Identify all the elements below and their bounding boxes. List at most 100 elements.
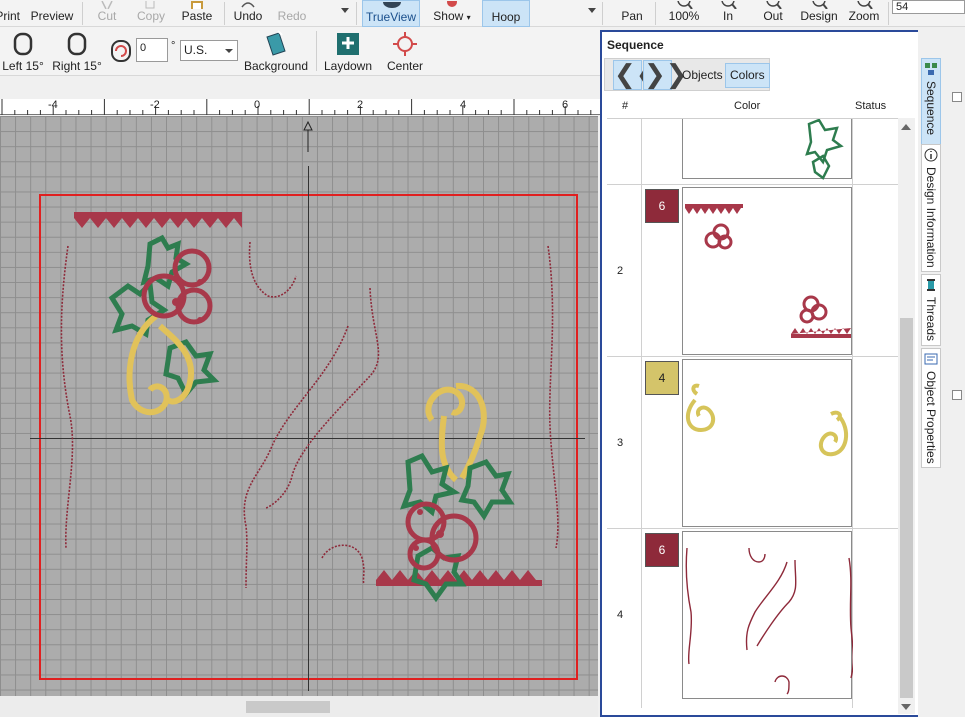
list-item[interactable]: 3 4: [607, 357, 913, 529]
scissors-icon: [90, 0, 124, 9]
row-number: 2: [617, 265, 624, 277]
chevron-down-icon: ▾: [466, 13, 471, 22]
ruler-label: 6: [562, 99, 569, 111]
rotation-angle-input[interactable]: 0: [136, 38, 168, 62]
center-button[interactable]: Center: [382, 29, 428, 75]
main-toolbar: Print Preview Cut Copy Paste Undo Redo: [0, 0, 965, 27]
axis-arrow-icon: [303, 120, 313, 152]
holly-motif-left[interactable]: [108, 234, 220, 416]
toolbar-divider: [356, 2, 357, 25]
zoom-design-button[interactable]: Design: [796, 0, 842, 27]
magnifier-icon: [662, 0, 706, 9]
hoop-button[interactable]: Hoop: [482, 0, 530, 27]
panel-pin-icon[interactable]: [952, 390, 962, 400]
tab-threads[interactable]: Threads: [921, 274, 941, 346]
tab-design-information[interactable]: Design Information: [921, 144, 941, 272]
background-button[interactable]: Background: [242, 29, 310, 75]
ruler-label: 0: [254, 99, 261, 111]
paste-button[interactable]: Paste: [177, 0, 217, 27]
zoom-icon: [844, 0, 884, 9]
toolbar-divider: [888, 2, 889, 25]
rotate-right-15-button[interactable]: Right 15°: [50, 29, 104, 75]
preview-button[interactable]: Preview: [28, 0, 76, 27]
toolbar-divider: [224, 2, 225, 25]
zoom-100-button[interactable]: 100%: [662, 0, 706, 27]
sequence-icon: [924, 62, 938, 76]
zoom-design-icon: [796, 0, 842, 9]
rotate-custom-icon[interactable]: [110, 39, 132, 63]
clipboard-icon: [177, 0, 217, 9]
zoom-out-button[interactable]: Out: [752, 0, 794, 27]
move-first-button[interactable]: ❮❮: [613, 60, 658, 90]
vertical-scroll-thumb[interactable]: [900, 318, 913, 698]
panel-title: Sequence: [607, 38, 664, 52]
info-icon: [924, 148, 938, 162]
sequence-vertical-scrollbar[interactable]: [898, 118, 915, 714]
design-canvas[interactable]: -4 -2 0 2 4 6: [0, 77, 600, 717]
cut-button[interactable]: Cut: [90, 0, 124, 27]
list-item[interactable]: 2 6: [607, 185, 913, 357]
ruler-label: 2: [357, 99, 364, 111]
side-panel-tabs: Sequence Design Information Threads Obje…: [918, 30, 965, 717]
ruler-label: -4: [48, 99, 58, 111]
pan-button[interactable]: Pan: [614, 0, 650, 27]
sequence-toolbar: ❮❮ ❯❯ Objects Colors: [604, 58, 770, 91]
ruler-label: -2: [150, 99, 160, 111]
print-button[interactable]: Print: [0, 0, 20, 27]
color-swatch[interactable]: 6: [645, 189, 679, 223]
background-icon: [242, 29, 310, 59]
zoom-in-button[interactable]: In: [708, 0, 748, 27]
list-item[interactable]: [607, 119, 913, 185]
view-options-dropdown[interactable]: [588, 8, 596, 13]
row-number: 4: [617, 609, 624, 621]
rotate-toolbar: Left 15° Right 15° 0 ° U.S. Background L…: [0, 27, 600, 76]
ruler-ticks: [1, 99, 592, 115]
scroll-up-icon[interactable]: [901, 124, 911, 130]
chevron-down-icon: [225, 49, 233, 53]
move-last-button[interactable]: ❯❯: [643, 60, 688, 90]
app-window: Print Preview Cut Copy Paste Undo Redo: [0, 0, 965, 717]
show-menu-button[interactable]: Show ▾: [428, 0, 476, 27]
zigzag-border-top[interactable]: [74, 212, 242, 228]
scroll-down-icon[interactable]: [901, 704, 911, 710]
hand-icon: [614, 0, 650, 9]
zoom-level-input[interactable]: 54: [892, 0, 965, 14]
tab-object-properties[interactable]: Object Properties: [921, 348, 941, 468]
color-swatch[interactable]: 4: [645, 361, 679, 395]
thread-spool-icon: [924, 278, 938, 292]
embroidery-design[interactable]: [0, 116, 598, 696]
copy-button[interactable]: Copy: [131, 0, 171, 27]
laydown-button[interactable]: Laydown: [320, 29, 376, 75]
color-preview: [682, 119, 852, 180]
undo-history-dropdown[interactable]: [341, 8, 349, 13]
rotate-left-15-button[interactable]: Left 15°: [0, 29, 46, 75]
color-sequence-list[interactable]: 2 6 3 4 4 6: [607, 118, 913, 708]
column-header-number: #: [622, 100, 629, 112]
show-icon: [428, 0, 476, 9]
column-header-status: Status: [855, 100, 887, 112]
redo-button[interactable]: Redo: [272, 0, 312, 27]
zoom-button[interactable]: Zoom: [844, 0, 884, 27]
zoom-in-icon: [708, 0, 748, 9]
panel-pin-icon[interactable]: [952, 92, 962, 102]
trueview-button[interactable]: TrueView: [362, 0, 420, 27]
holly-motif-right[interactable]: [399, 382, 515, 603]
tab-colors[interactable]: Colors: [725, 63, 770, 88]
redo-icon: [272, 0, 312, 9]
degree-label: °: [171, 40, 176, 52]
horizontal-scroll-thumb[interactable]: [246, 701, 330, 713]
tab-objects[interactable]: Objects: [677, 63, 728, 88]
undo-button[interactable]: Undo: [228, 0, 268, 27]
horizontal-scrollbar[interactable]: [0, 696, 598, 717]
color-swatch[interactable]: 6: [645, 533, 679, 567]
hoop-icon: [483, 1, 529, 10]
toolbar-divider: [82, 2, 83, 25]
toolbar-divider: [316, 31, 317, 71]
list-item[interactable]: 4 6: [607, 529, 913, 708]
color-preview: [682, 531, 853, 699]
units-select[interactable]: U.S.: [180, 40, 238, 61]
copy-icon: [131, 0, 171, 9]
color-preview: [682, 187, 852, 355]
toolbar-divider: [602, 2, 603, 25]
hoop-grid[interactable]: [0, 116, 598, 696]
